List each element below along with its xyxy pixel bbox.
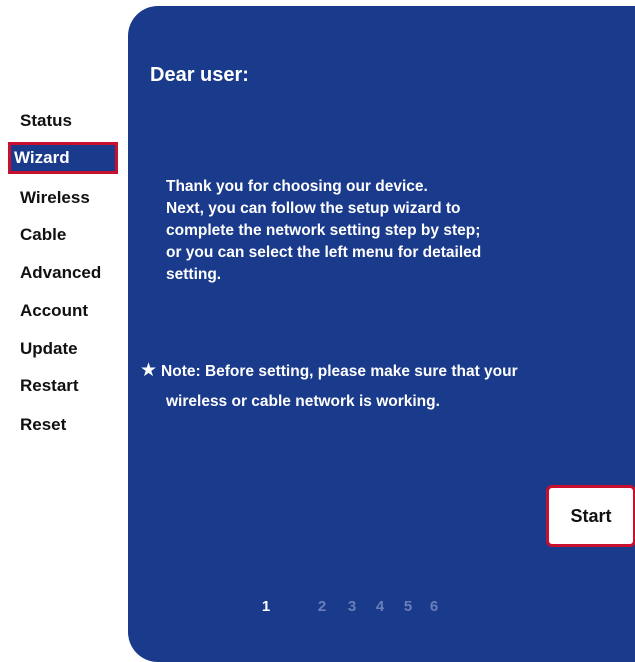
note-text-line2: wireless or cable network is working. xyxy=(166,393,440,410)
message-line: Thank you for choosing our device. xyxy=(166,178,428,195)
welcome-message: Thank you for choosing our device. Next,… xyxy=(166,176,626,286)
message-line: setting. xyxy=(166,266,222,283)
sidebar-item-reset[interactable]: Reset xyxy=(20,409,66,441)
start-button[interactable]: Start xyxy=(546,485,635,547)
sidebar-item-advanced[interactable]: Advanced xyxy=(20,257,101,289)
message-line: or you can select the left menu for deta… xyxy=(166,244,482,261)
sidebar-item-wizard[interactable]: Wizard xyxy=(8,142,118,174)
note-block: ★ Note: Before setting, please make sure … xyxy=(140,356,635,417)
sidebar-item-wireless[interactable]: Wireless xyxy=(20,182,90,214)
message-line: complete the network setting step by ste… xyxy=(166,222,481,239)
step-5[interactable]: 5 xyxy=(398,598,418,615)
sidebar-item-restart[interactable]: Restart xyxy=(20,370,79,402)
step-2[interactable]: 2 xyxy=(312,598,332,615)
wizard-panel: Dear user: Thank you for choosing our de… xyxy=(128,6,635,662)
wizard-page: Dear user: Thank you for choosing our de… xyxy=(0,0,635,662)
sidebar-item-cable[interactable]: Cable xyxy=(20,219,66,251)
message-line: Next, you can follow the setup wizard to xyxy=(166,200,461,217)
note-text-line1: Note: Before setting, please make sure t… xyxy=(161,363,518,380)
sidebar-item-status[interactable]: Status xyxy=(20,105,72,137)
greeting-heading: Dear user: xyxy=(150,64,249,86)
step-4[interactable]: 4 xyxy=(370,598,390,615)
step-3[interactable]: 3 xyxy=(342,598,362,615)
step-1[interactable]: 1 xyxy=(256,598,276,615)
sidebar-item-update[interactable]: Update xyxy=(20,333,78,365)
step-6[interactable]: 6 xyxy=(424,598,444,615)
sidebar-item-account[interactable]: Account xyxy=(20,295,88,327)
star-icon: ★ xyxy=(140,360,158,381)
